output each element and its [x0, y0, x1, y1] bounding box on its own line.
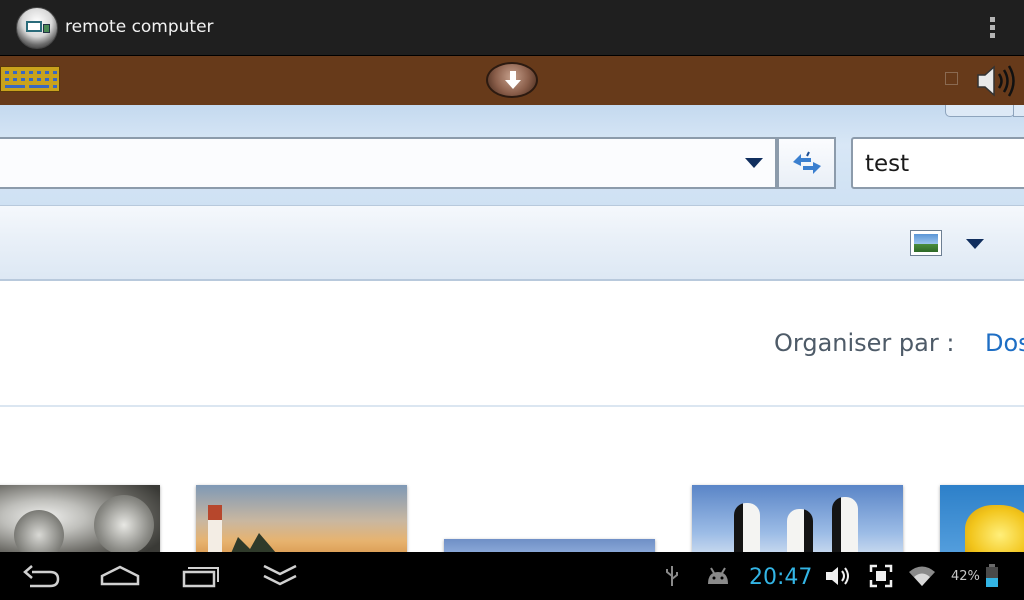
remote-toolbar — [0, 56, 1024, 105]
search-input[interactable]: test — [851, 137, 1024, 189]
thumbnail-sky[interactable] — [444, 539, 655, 552]
change-view-icon[interactable] — [910, 230, 942, 256]
app-title: remote computer — [65, 17, 214, 37]
thumbnail-koala[interactable] — [0, 485, 160, 552]
home-icon — [100, 565, 140, 586]
android-debug-icon — [708, 567, 728, 584]
address-bar[interactable] — [0, 137, 777, 189]
battery-percent: 42% — [951, 569, 980, 584]
home-button[interactable] — [96, 560, 144, 592]
address-dropdown-icon[interactable] — [745, 158, 763, 168]
back-button[interactable] — [18, 560, 66, 592]
system-bar: 20:47 42% — [0, 552, 1024, 600]
thumbnail-penguins[interactable] — [692, 485, 903, 552]
remote-desktop-view[interactable]: test Organiser par : Dos — [0, 105, 1024, 552]
recent-apps-icon — [182, 567, 219, 588]
hide-keyboard-button[interactable] — [256, 560, 304, 592]
volume-icon — [826, 567, 849, 585]
refresh-button[interactable] — [777, 137, 836, 189]
thumbnail-tulips[interactable] — [940, 485, 1024, 552]
battery-icon — [986, 564, 998, 587]
clock: 20:47 — [749, 565, 813, 590]
wifi-icon — [909, 566, 935, 586]
chevron-down-icon — [263, 564, 297, 586]
usb-icon — [666, 566, 678, 586]
speaker-icon[interactable] — [974, 60, 1022, 102]
window-button[interactable] — [1013, 105, 1024, 117]
library-header: Organiser par : Dos — [0, 282, 1024, 407]
command-bar — [0, 205, 1024, 281]
view-dropdown-icon[interactable] — [966, 239, 984, 249]
download-arrow-icon[interactable] — [486, 62, 538, 98]
action-bar: remote computer — [0, 0, 1024, 56]
arrange-by-label: Organiser par : — [774, 329, 955, 357]
recent-apps-button[interactable] — [176, 560, 224, 592]
thumbnail-lighthouse[interactable] — [196, 485, 407, 552]
screenshot-icon — [869, 564, 893, 588]
overflow-menu-icon[interactable] — [982, 14, 1002, 44]
window-button[interactable] — [945, 105, 1015, 117]
search-text: test — [865, 151, 910, 177]
back-icon — [23, 565, 60, 588]
arrange-by-link[interactable]: Dos — [985, 329, 1024, 357]
refresh-icon — [793, 151, 821, 174]
remote-computer-icon[interactable] — [16, 7, 58, 49]
window-square-icon[interactable] — [945, 72, 958, 85]
keyboard-icon[interactable] — [0, 66, 60, 92]
